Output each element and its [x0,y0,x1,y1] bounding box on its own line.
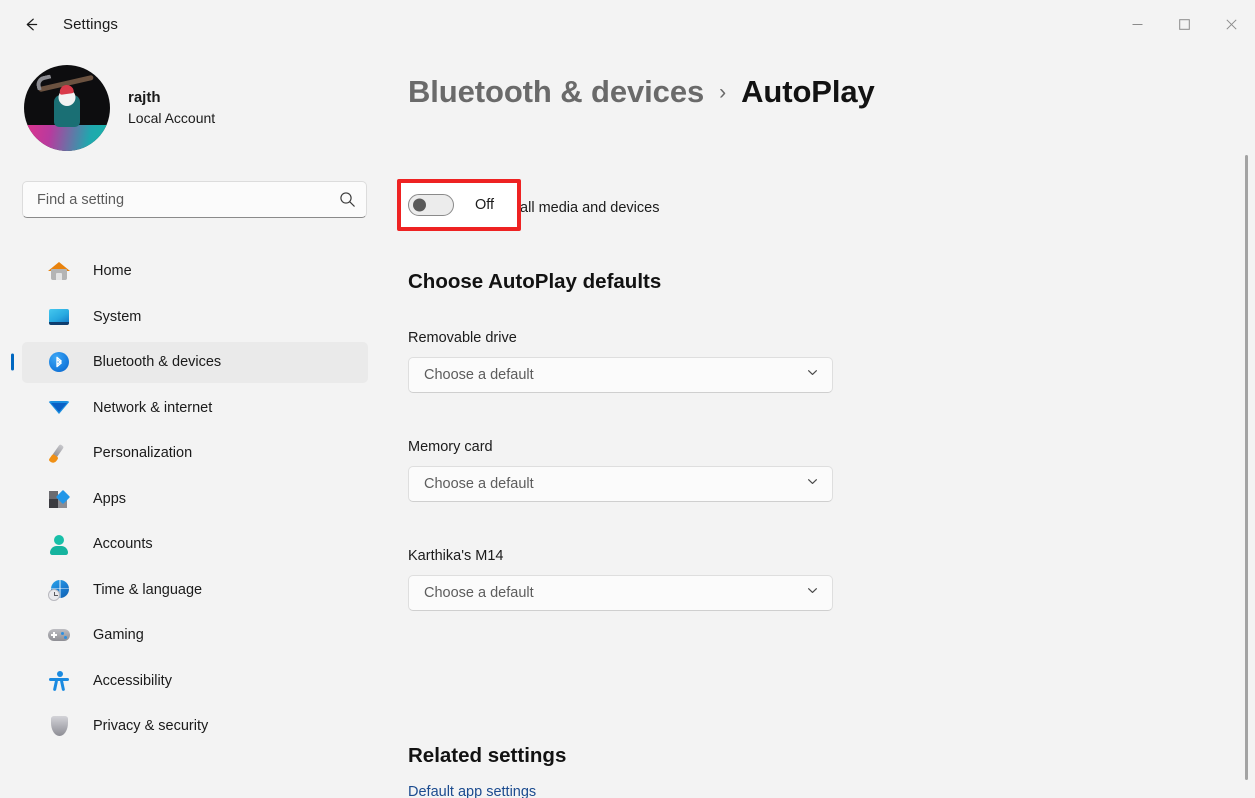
scrollbar-thumb[interactable] [1245,155,1248,780]
sidebar-item-label: Apps [93,491,126,507]
default-group-memory-card: Memory card Choose a default [408,439,833,502]
removable-drive-dropdown[interactable]: Choose a default [408,357,833,393]
accessibility-person-icon [47,669,71,693]
search-box[interactable] [22,181,367,218]
toggle-knob [413,199,426,212]
default-label: Removable drive [408,330,833,346]
page-title: AutoPlay [741,74,875,110]
dropdown-value: Choose a default [424,367,534,383]
chevron-down-icon [806,584,819,602]
dropdown-value: Choose a default [424,476,534,492]
sidebar-item-label: Accounts [93,536,153,552]
shield-icon [47,714,71,738]
settings-window: Settings [0,0,1255,798]
chevron-down-icon [806,475,819,493]
sidebar-item-label: Bluetooth & devices [93,354,221,370]
autoplay-toggle-state: Off [475,197,494,213]
sidebar-item-accessibility[interactable]: Accessibility [22,660,368,701]
default-label: Karthika's M14 [408,548,833,564]
sidebar-item-apps[interactable]: Apps [22,478,368,519]
window-controls [1114,0,1255,48]
default-label: Memory card [408,439,833,455]
sidebar-item-accounts[interactable]: Accounts [22,524,368,565]
wifi-icon [47,396,71,420]
search-input[interactable] [23,192,328,208]
sidebar-item-time-language[interactable]: Time & language [22,569,368,610]
breadcrumb-parent-link[interactable]: Bluetooth & devices [408,74,704,110]
account-name: rajth [128,88,215,107]
sidebar-item-label: Home [93,263,132,279]
sidebar-item-label: Gaming [93,627,144,643]
chevron-down-icon [806,366,819,384]
sidebar-item-privacy-security[interactable]: Privacy & security [22,706,368,747]
default-app-settings-link[interactable]: Default app settings [408,784,536,798]
sidebar-item-label: Privacy & security [93,718,208,734]
avatar [24,65,110,151]
title-bar: Settings [0,0,1255,48]
default-group-removable-drive: Removable drive Choose a default [408,330,833,393]
bluetooth-icon [47,350,71,374]
breadcrumb: Bluetooth & devices › AutoPlay [408,74,875,110]
paintbrush-icon [47,441,71,465]
clock-globe-icon [47,578,71,602]
sidebar-item-system[interactable]: System [22,296,368,337]
window-title: Settings [63,16,118,33]
autoplay-toggle[interactable] [408,194,454,216]
sidebar-item-label: Personalization [93,445,192,461]
account-person-icon [47,532,71,556]
karthikas-m14-dropdown[interactable]: Choose a default [408,575,833,611]
autoplay-toggle-row: Off [408,194,494,216]
minimize-icon[interactable] [1114,0,1161,48]
system-monitor-icon [47,305,71,329]
sidebar-item-bluetooth-devices[interactable]: Bluetooth & devices [22,342,368,383]
default-group-karthikas-m14: Karthika's M14 Choose a default [408,548,833,611]
sidebar-nav: Home System Bluetooth & devices [0,246,390,751]
gamepad-icon [47,623,71,647]
account-type: Local Account [128,110,215,128]
sidebar-item-network-internet[interactable]: Network & internet [22,387,368,428]
dropdown-value: Choose a default [424,585,534,601]
main-content: Bluetooth & devices › AutoPlay Use AutoP… [390,48,1255,798]
close-icon[interactable] [1208,0,1255,48]
choose-defaults-heading: Choose AutoPlay defaults [408,270,661,294]
apps-icon [47,487,71,511]
account-card[interactable]: rajth Local Account [24,65,215,151]
sidebar-item-home[interactable]: Home [22,251,368,292]
related-settings-heading: Related settings [408,744,566,768]
sidebar-item-gaming[interactable]: Gaming [22,615,368,656]
sidebar-item-label: Network & internet [93,400,212,416]
home-icon [47,259,71,283]
search-icon [328,191,366,208]
scrollbar[interactable] [1240,155,1252,790]
sidebar-item-label: Time & language [93,582,202,598]
sidebar-item-label: System [93,309,141,325]
sidebar: rajth Local Account Home [0,48,390,798]
sidebar-item-personalization[interactable]: Personalization [22,433,368,474]
breadcrumb-separator-icon: › [719,81,726,105]
maximize-icon[interactable] [1161,0,1208,48]
sidebar-item-label: Accessibility [93,673,172,689]
back-arrow-icon[interactable] [13,6,49,42]
memory-card-dropdown[interactable]: Choose a default [408,466,833,502]
